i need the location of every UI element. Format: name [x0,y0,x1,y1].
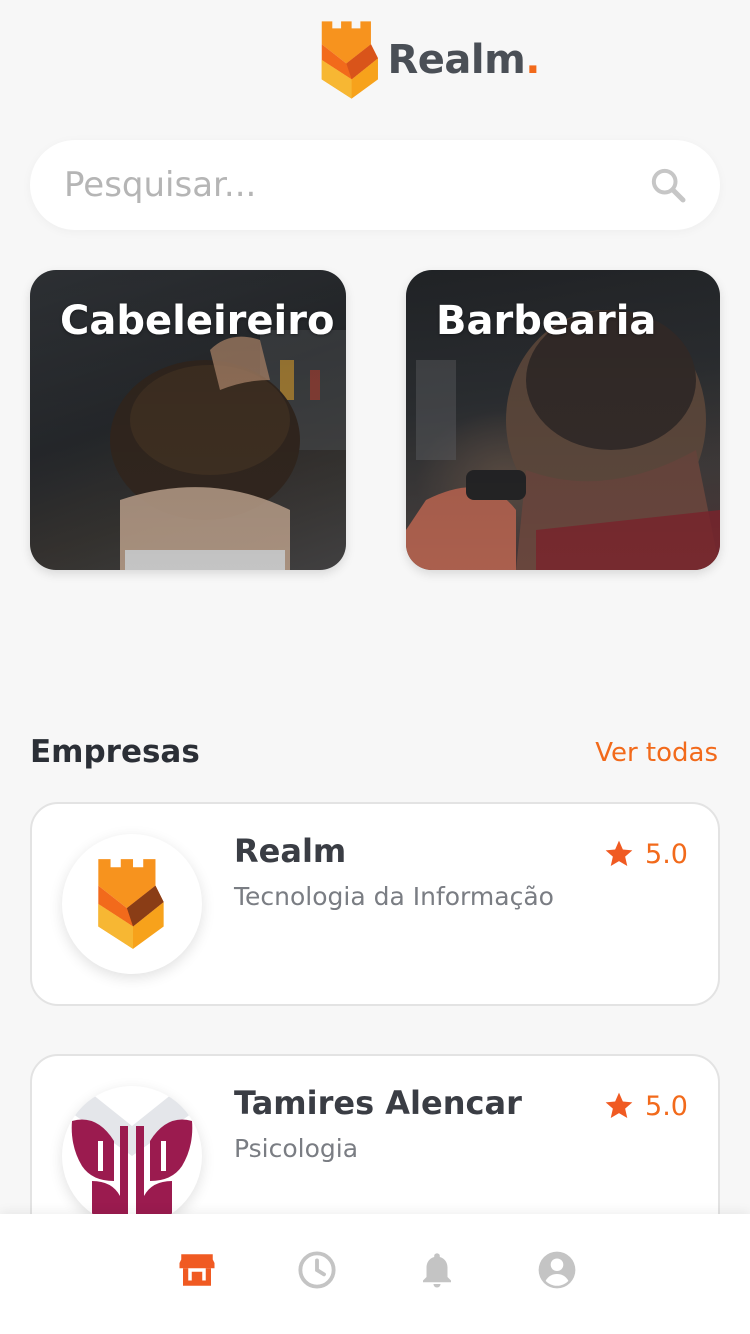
app-logo: Realm. [320,12,540,108]
store-icon [179,1254,215,1286]
company-card[interactable]: Realm Tecnologia da Informação 5.0 [30,802,720,1006]
star-icon [605,840,633,866]
search-icon[interactable] [648,165,688,205]
company-category: Tecnologia da Informação [234,882,554,911]
company-avatar [62,1086,202,1226]
see-all-link[interactable]: Ver todas [595,738,718,768]
clock-icon [298,1251,336,1289]
butterfly-logo-icon [62,1086,202,1221]
bottom-navigation [0,1214,750,1334]
company-category: Psicologia [234,1134,359,1163]
company-rating: 5.0 [603,1090,688,1122]
search-input[interactable] [64,165,648,205]
logo-wordmark: Realm. [387,37,540,83]
company-rating: 5.0 [603,838,688,870]
category-label: Cabeleireiro [60,298,335,344]
nav-item-stores[interactable] [175,1248,219,1292]
nav-item-notifications[interactable] [415,1248,459,1292]
nav-item-profile[interactable] [535,1248,579,1292]
bell-icon [423,1253,451,1288]
company-avatar [62,834,202,974]
star-icon [605,1092,633,1118]
realm-logo-icon [98,859,164,949]
account-icon [538,1251,576,1289]
category-card-cabeleireiro[interactable]: Cabeleireiro [30,270,346,570]
rating-value: 5.0 [645,838,688,870]
nav-item-history[interactable] [295,1248,339,1292]
company-name: Tamires Alencar [234,1084,522,1122]
search-bar [30,140,720,230]
category-card-barbearia[interactable]: Barbearia [406,270,720,570]
rating-value: 5.0 [645,1090,688,1122]
header: Realm. [0,0,750,120]
realm-logo-icon [321,21,378,99]
company-name: Realm [234,832,347,870]
companies-section-title: Empresas [30,734,200,770]
category-label: Barbearia [436,298,657,344]
